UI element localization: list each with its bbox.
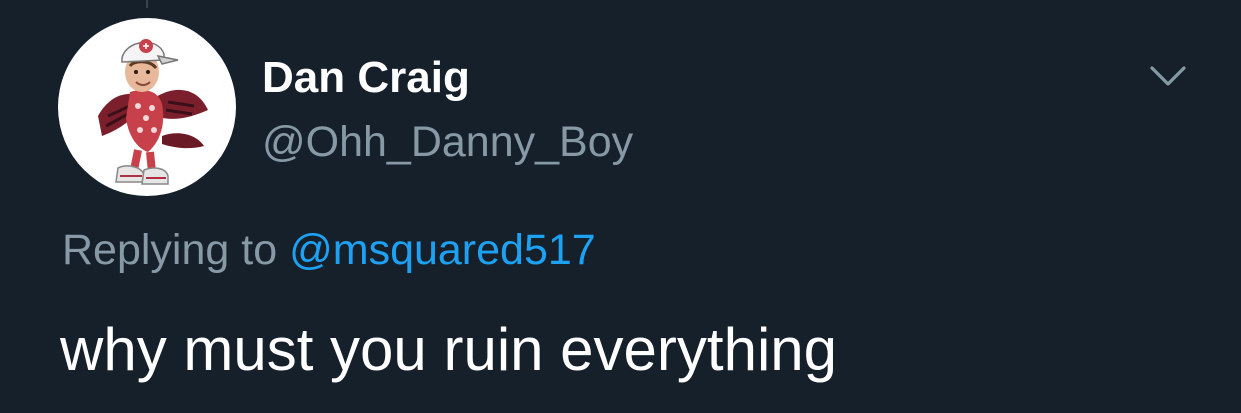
author-display-name[interactable]: Dan Craig bbox=[262, 52, 470, 104]
author-handle[interactable]: @Ohh_Danny_Boy bbox=[262, 116, 633, 168]
author-avatar[interactable] bbox=[58, 18, 236, 196]
chevron-down-icon bbox=[1150, 66, 1186, 86]
tweet-text: why must you ruin everything bbox=[60, 316, 838, 383]
reply-context: Replying to @msquared517 bbox=[62, 222, 596, 278]
thread-connector-line bbox=[146, 0, 148, 8]
tweet-menu-button[interactable] bbox=[1148, 58, 1188, 92]
reply-mention-link[interactable]: @msquared517 bbox=[289, 226, 596, 274]
replying-to-label: Replying to bbox=[62, 226, 278, 274]
gamecock-mascot-avatar bbox=[98, 39, 208, 185]
